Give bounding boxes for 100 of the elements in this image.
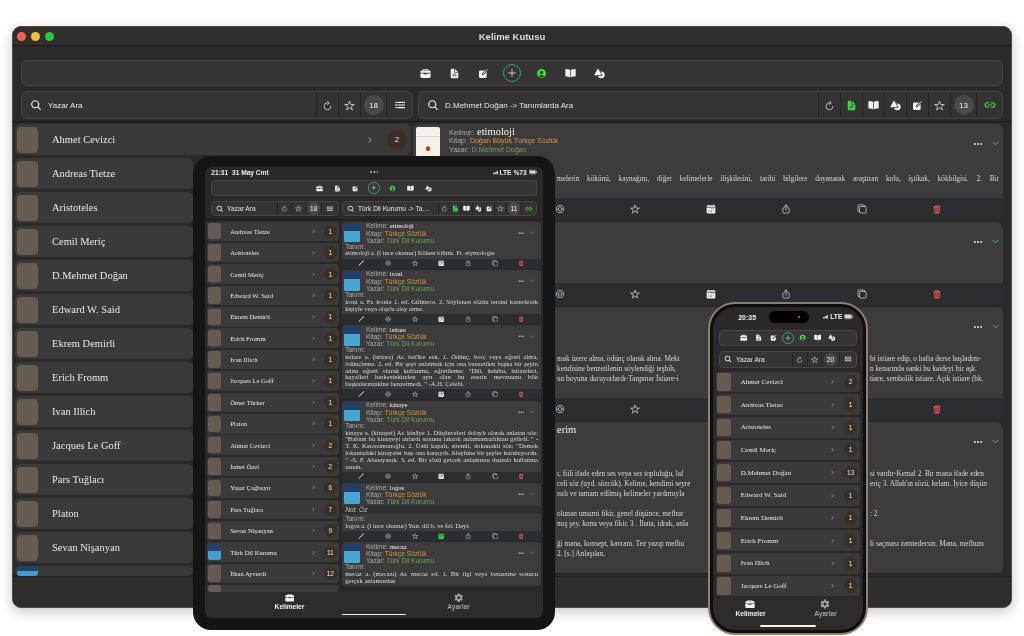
copy-icon[interactable] (491, 391, 498, 398)
sync-icon[interactable] (555, 203, 565, 214)
book-icon[interactable] (564, 67, 576, 79)
author-row[interactable]: Sevan Nişanyan (15, 532, 193, 563)
copy-icon[interactable] (491, 473, 498, 480)
list-icon[interactable] (326, 204, 334, 213)
star-icon[interactable] (810, 355, 819, 363)
pencil-icon[interactable] (358, 473, 365, 480)
document-icon[interactable] (846, 99, 857, 111)
sync-icon[interactable] (555, 403, 565, 414)
share-icon[interactable] (781, 203, 792, 214)
zoom-button[interactable] (45, 31, 54, 41)
calendar-icon[interactable] (438, 532, 445, 539)
author-row[interactable]: Andreas Tietze (15, 158, 193, 189)
copy-icon[interactable] (491, 532, 498, 539)
star-icon[interactable] (411, 391, 419, 398)
minimize-button[interactable] (31, 31, 40, 41)
share-icon[interactable] (465, 391, 472, 398)
author-row[interactable]: Ivan Illich (15, 396, 193, 427)
edit-icon[interactable] (912, 99, 923, 111)
trash-icon[interactable] (518, 391, 525, 398)
trash-icon[interactable] (931, 403, 942, 414)
star-icon[interactable] (411, 260, 419, 267)
author-row[interactable]: Ahmet Cevizci 2 (15, 124, 411, 155)
author-row[interactable]: Pars Tuğlacı (15, 464, 193, 495)
refresh-icon[interactable] (824, 99, 835, 111)
book-icon[interactable] (868, 99, 879, 111)
star-icon[interactable] (411, 532, 419, 539)
refresh-icon[interactable] (440, 205, 448, 212)
author-row[interactable]: Cemil Meriç (15, 226, 193, 257)
author-row[interactable]: Ekrem Demirli (15, 328, 193, 359)
refresh-icon[interactable] (796, 355, 804, 363)
document-icon[interactable] (448, 67, 460, 79)
edit-icon[interactable] (485, 205, 493, 212)
briefcase-icon[interactable] (315, 184, 323, 192)
document-icon[interactable] (755, 334, 763, 342)
list-icon[interactable] (843, 355, 852, 364)
chevron-down-icon[interactable] (991, 139, 1000, 148)
chevron-down-icon[interactable] (991, 322, 1000, 331)
chevron-down-icon[interactable] (991, 237, 1000, 246)
star-icon[interactable] (934, 99, 945, 111)
share-icon[interactable] (781, 288, 792, 299)
author-row[interactable]: Aristoteles (15, 192, 193, 223)
copy-icon[interactable] (491, 315, 498, 322)
trash-icon[interactable] (518, 532, 525, 539)
briefcase-icon[interactable] (419, 67, 431, 79)
copy-icon[interactable] (856, 203, 867, 214)
calendar-icon[interactable] (438, 391, 445, 398)
edit-icon[interactable] (769, 334, 777, 342)
close-button[interactable] (17, 31, 26, 41)
calendar-icon[interactable] (438, 315, 445, 322)
copy-icon[interactable] (491, 260, 498, 267)
refresh-icon[interactable] (281, 205, 289, 212)
calendar-icon[interactable] (438, 260, 445, 267)
shapes-icon[interactable] (474, 205, 482, 212)
shapes-icon[interactable] (425, 184, 433, 192)
person-icon[interactable] (535, 67, 547, 79)
copy-icon[interactable] (856, 288, 867, 299)
star-icon[interactable] (295, 205, 303, 212)
sync-icon[interactable] (385, 260, 392, 267)
pencil-icon[interactable] (358, 315, 365, 322)
briefcase-icon[interactable] (740, 334, 748, 342)
chevron-down-icon[interactable] (991, 437, 1000, 446)
more-icon[interactable] (517, 333, 525, 340)
author-row[interactable] (15, 566, 193, 576)
calendar-icon[interactable] (705, 288, 716, 299)
book-icon[interactable] (463, 205, 471, 212)
refresh-icon[interactable] (322, 99, 333, 111)
link-icon[interactable] (983, 99, 996, 111)
edit-icon[interactable] (477, 67, 489, 79)
trash-icon[interactable] (518, 473, 525, 480)
author-row[interactable]: Platon (15, 498, 193, 529)
star-icon[interactable] (411, 473, 419, 480)
sync-icon[interactable] (555, 288, 565, 299)
pencil-icon[interactable] (358, 391, 365, 398)
book-icon[interactable] (407, 184, 414, 192)
shapes-icon[interactable] (593, 67, 605, 79)
trash-icon[interactable] (518, 315, 525, 322)
more-icon[interactable] (517, 491, 525, 498)
share-icon[interactable] (465, 473, 472, 480)
person-icon[interactable] (388, 184, 396, 192)
sync-icon[interactable] (385, 315, 392, 322)
share-icon[interactable] (465, 532, 472, 539)
list-icon[interactable] (393, 99, 406, 111)
star-icon[interactable] (630, 203, 641, 214)
star-icon[interactable] (630, 288, 641, 299)
trash-icon[interactable] (931, 288, 942, 299)
star-icon[interactable] (411, 315, 419, 322)
shapes-icon[interactable] (828, 334, 836, 342)
star-icon[interactable] (630, 403, 641, 414)
author-row[interactable]: D.Mehmet Doğan (15, 260, 193, 291)
share-icon[interactable] (465, 260, 472, 267)
pencil-icon[interactable] (358, 532, 365, 539)
more-icon[interactable] (517, 550, 525, 557)
document-icon[interactable] (451, 205, 459, 212)
share-icon[interactable] (465, 315, 472, 322)
edit-icon[interactable] (352, 184, 360, 192)
sync-icon[interactable] (385, 532, 392, 539)
author-row[interactable]: Edward W. Said (15, 294, 193, 325)
calendar-icon[interactable] (438, 473, 445, 480)
